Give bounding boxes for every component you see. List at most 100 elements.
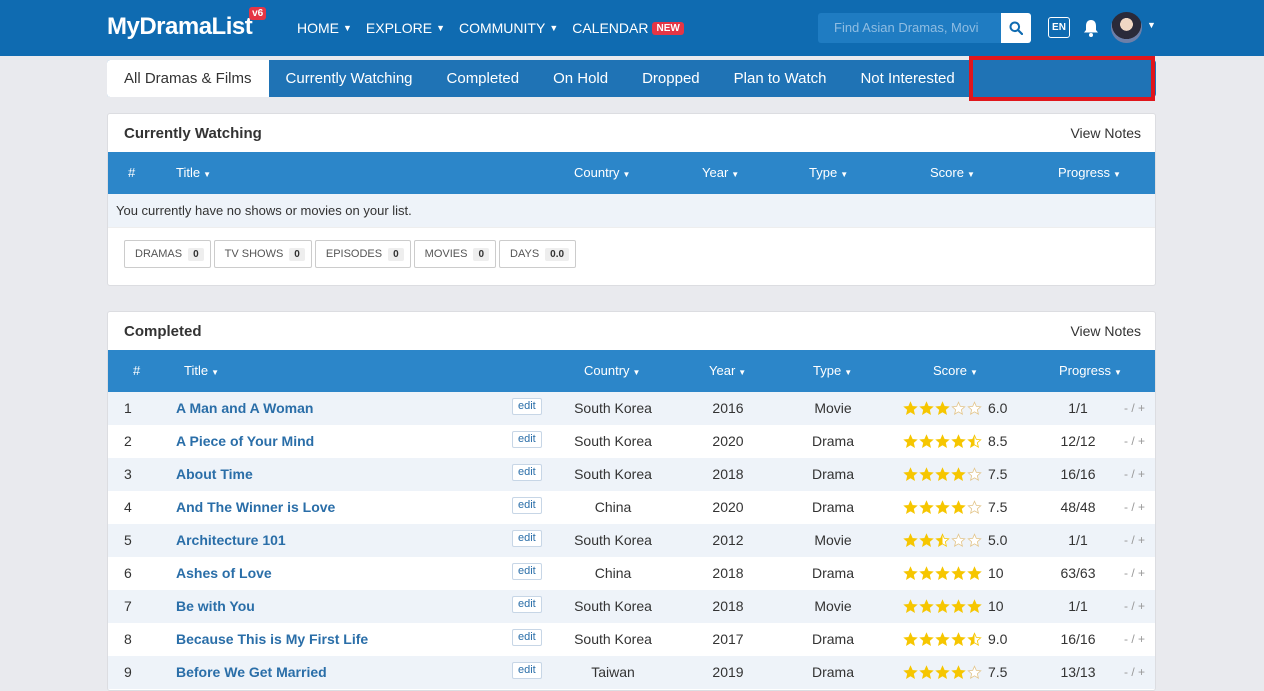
country-cell: South Korea [574, 466, 652, 482]
section-title: Completed [124, 323, 202, 340]
view-notes-link[interactable]: View Notes [1070, 323, 1141, 339]
star-icon [919, 599, 934, 613]
title-link[interactable]: Architecture 101 [176, 524, 286, 557]
stat-label: EPISODES [325, 248, 383, 260]
col-country-sort[interactable]: Country ▼ [584, 350, 640, 392]
row-number: 1 [124, 400, 132, 416]
progress-stepper[interactable]: - / + [1124, 425, 1145, 458]
nav-community[interactable]: COMMUNITY ▼ [459, 20, 558, 36]
tab-dropped[interactable]: Dropped [625, 60, 717, 97]
star-icon [935, 665, 950, 679]
progress-stepper[interactable]: - / + [1124, 656, 1145, 689]
star-icon [935, 401, 950, 415]
star-icon [967, 434, 982, 448]
chevron-down-icon[interactable]: ▼ [1147, 20, 1156, 30]
caret-down-icon: ▼ [343, 23, 352, 33]
col-num: # [128, 165, 136, 180]
currently-watching-panel: Currently Watching View Notes # Title ▼ C… [107, 113, 1156, 286]
col-score-sort[interactable]: Score ▼ [933, 350, 978, 392]
table-row: 4 And The Winner is Love edit China 2020 Dram… [108, 491, 1155, 524]
progress-stepper[interactable]: - / + [1124, 524, 1145, 557]
title-link[interactable]: Ashes of Love [176, 557, 272, 590]
tab-on-hold[interactable]: On Hold [536, 60, 625, 97]
tab-all-dramas-films[interactable]: All Dramas & Films [107, 60, 269, 97]
star-icon [951, 401, 966, 415]
table-row: 2A Piece of Your Mind edit South Korea 2020… [108, 425, 1155, 458]
star-icon [967, 500, 982, 514]
col-country-sort[interactable]: Country ▼ [574, 152, 630, 194]
progress-stepper[interactable]: - / + [1124, 392, 1145, 425]
title-link[interactable]: Be with You [176, 590, 255, 623]
star-icon [903, 599, 918, 613]
stat-label: DAYS [510, 248, 540, 260]
nav-calendar[interactable]: CALENDAR NEW [572, 20, 684, 36]
bell-icon[interactable] [1082, 18, 1100, 38]
progress-stepper[interactable]: - / + [1124, 590, 1145, 623]
stat-value: 0 [289, 247, 305, 261]
star-icon [919, 434, 934, 448]
score-value: 10 [988, 598, 1004, 614]
tab-currently-watching[interactable]: Currently Watching [269, 60, 430, 97]
search-input[interactable] [818, 13, 1002, 43]
col-progress-sort[interactable]: Progress ▼ [1058, 152, 1121, 194]
title-link[interactable]: Because This is My First Life [176, 623, 368, 656]
progress-stepper[interactable]: - / + [1124, 623, 1145, 656]
title-link[interactable]: Before We Get Married [176, 656, 327, 689]
star-icon [919, 665, 934, 679]
top-navbar: MyDramaList v6 HOME ▼ EXPLORE ▼ COMMUNITY ▼ CA… [0, 0, 1264, 56]
nav-explore[interactable]: EXPLORE ▼ [366, 20, 445, 36]
row-number: 6 [124, 565, 132, 581]
row-number: 8 [124, 631, 132, 647]
panel-header: Completed View Notes [108, 312, 1155, 350]
col-year-sort[interactable]: Year ▼ [702, 152, 739, 194]
star-icon [935, 533, 950, 547]
star-icon [951, 599, 966, 613]
caret-down-icon: ▼ [622, 170, 631, 179]
col-label: Year [702, 165, 729, 180]
score-value: 5.0 [988, 532, 1008, 548]
star-icon [967, 467, 982, 481]
star-icon [919, 566, 934, 580]
col-progress-sort[interactable]: Progress ▼ [1059, 350, 1122, 392]
progress-stepper[interactable]: - / + [1124, 557, 1145, 590]
caret-down-icon: ▼ [1114, 368, 1122, 377]
logo-text: MyDramaList [107, 13, 253, 40]
col-year-sort[interactable]: Year ▼ [709, 350, 746, 392]
site-logo[interactable]: MyDramaList v6 [107, 7, 267, 41]
tab-not-interested[interactable]: Not Interested [843, 60, 971, 97]
col-score-sort[interactable]: Score ▼ [930, 152, 975, 194]
star-icon [935, 500, 950, 514]
view-notes-link[interactable]: View Notes [1070, 125, 1141, 141]
title-link[interactable]: And The Winner is Love [176, 491, 335, 524]
caret-down-icon: ▼ [969, 368, 978, 377]
progress-stepper[interactable]: - / + [1124, 458, 1145, 491]
col-title-sort[interactable]: Title ▼ [176, 152, 211, 194]
language-selector[interactable]: EN [1048, 17, 1070, 38]
stat-value: 0 [388, 247, 404, 261]
star-rating [903, 491, 983, 524]
col-label: Progress [1058, 165, 1111, 180]
col-title-sort[interactable]: Title ▼ [184, 350, 219, 392]
stats-bar: DRAMAS 0 TV SHOWS 0 EPISODES 0 MOVIES 0 DAYS 0.0 [108, 227, 1155, 280]
col-label: Title [176, 165, 201, 180]
caret-down-icon: ▼ [549, 23, 559, 33]
tab-completed[interactable]: Completed [430, 60, 537, 97]
year-cell: 2016 [712, 400, 744, 416]
title-link[interactable]: A Piece of Your Mind [176, 425, 314, 458]
search-button[interactable] [1001, 13, 1031, 43]
row-number: 3 [124, 466, 132, 482]
title-link[interactable]: About Time [176, 458, 253, 491]
stat-value: 0 [473, 247, 490, 261]
country-cell: Taiwan [591, 664, 635, 680]
nav-home[interactable]: HOME ▼ [297, 20, 352, 36]
tab-plan-to-watch[interactable]: Plan to Watch [717, 60, 844, 97]
title-link[interactable]: A Man and A Woman [176, 392, 313, 425]
table-row: 7 Be with You edit South Korea 2018 Movie 10 1/… [108, 590, 1155, 623]
row-number: 2 [124, 433, 132, 449]
progress-value: 16/16 [1060, 631, 1096, 647]
user-avatar[interactable] [1111, 12, 1142, 43]
stat-value: 0.0 [545, 247, 570, 261]
col-type-sort[interactable]: Type ▼ [809, 152, 848, 194]
col-type-sort[interactable]: Type ▼ [813, 350, 852, 392]
progress-stepper[interactable]: - / + [1124, 491, 1145, 524]
